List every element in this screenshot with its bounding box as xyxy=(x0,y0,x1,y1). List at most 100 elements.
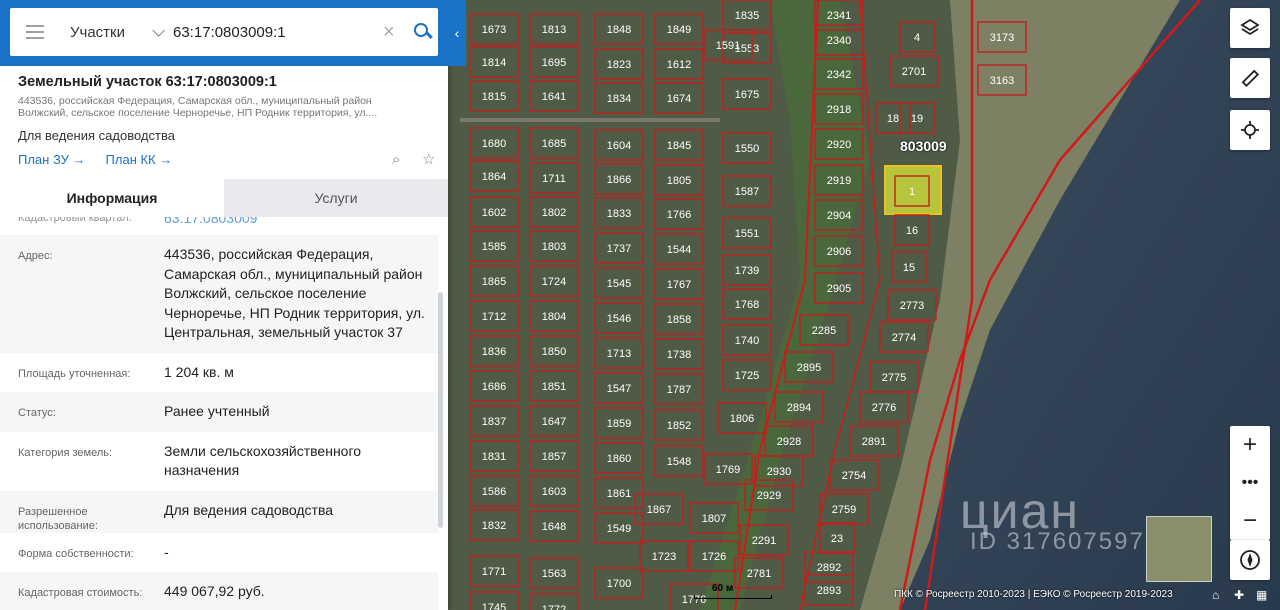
more-button[interactable]: ••• xyxy=(1230,464,1270,502)
parcel-number[interactable]: 1815 xyxy=(482,91,506,103)
parcel-number[interactable]: 1737 xyxy=(607,243,631,255)
parcel-number[interactable]: 19 xyxy=(911,113,923,125)
parcel-number[interactable]: 1835 xyxy=(735,10,759,22)
parcel-number[interactable]: 1857 xyxy=(542,451,566,463)
parcel-number[interactable]: 2341 xyxy=(827,10,851,22)
parcel-number[interactable]: 4 xyxy=(914,32,920,44)
parcel-number[interactable]: 1711 xyxy=(542,173,566,185)
parcel-number[interactable]: 2906 xyxy=(827,246,851,258)
parcel-number[interactable]: 1814 xyxy=(482,57,506,69)
parcel-number[interactable]: 1832 xyxy=(482,520,506,532)
parcel-number[interactable]: 1865 xyxy=(482,276,506,288)
parcel-number[interactable]: 1805 xyxy=(667,175,691,187)
parcel-number[interactable]: 15 xyxy=(903,262,915,274)
layer-select[interactable]: Участки xyxy=(70,24,130,41)
parcel-number[interactable]: 1867 xyxy=(647,504,671,516)
layers-button[interactable] xyxy=(1230,8,1270,48)
parcel-number[interactable]: 1602 xyxy=(482,207,506,219)
parcel-number[interactable]: 1549 xyxy=(607,523,631,535)
parcel-number[interactable]: 1603 xyxy=(542,486,566,498)
parcel-number[interactable]: 1725 xyxy=(735,370,759,382)
parcel-number[interactable]: 1807 xyxy=(702,513,726,525)
tab-services[interactable]: Услуги xyxy=(224,179,448,217)
parcel-number[interactable]: 1806 xyxy=(730,413,754,425)
parcel-number[interactable]: 1586 xyxy=(482,486,506,498)
parcel-number[interactable]: 2291 xyxy=(752,535,776,547)
parcel-number[interactable]: 1647 xyxy=(542,416,566,428)
parcel-number[interactable]: 1686 xyxy=(482,381,506,393)
ruler-button[interactable] xyxy=(1230,58,1270,98)
parcel-number[interactable]: 1834 xyxy=(607,93,631,105)
parcel-number[interactable]: 1849 xyxy=(667,24,691,36)
parcel-number[interactable]: 2891 xyxy=(862,436,886,448)
parcel-number[interactable]: 1766 xyxy=(667,209,691,221)
parcel-number[interactable]: 1544 xyxy=(667,244,691,256)
parcel-number[interactable]: 1726 xyxy=(702,551,726,563)
parcel-number[interactable]: 1771 xyxy=(482,566,506,578)
parcel-number[interactable]: 1713 xyxy=(607,348,631,360)
collapse-panel-button[interactable]: ‹ xyxy=(448,0,466,66)
info-scrollbar[interactable] xyxy=(438,292,443,528)
search-input[interactable] xyxy=(171,22,375,42)
parcel-number[interactable]: 1546 xyxy=(607,313,631,325)
parcel-number[interactable]: 2773 xyxy=(900,300,924,312)
parcel-number[interactable]: 2775 xyxy=(882,372,906,384)
tab-info[interactable]: Информация xyxy=(0,179,224,217)
parcel-number[interactable]: 1648 xyxy=(542,521,566,533)
parcel-number[interactable]: 1833 xyxy=(607,208,631,220)
parcel-number[interactable]: 1 xyxy=(909,186,915,198)
parcel-number[interactable]: 2892 xyxy=(817,562,841,574)
parcel-number[interactable]: 1675 xyxy=(735,89,759,101)
parcel-number[interactable]: 1852 xyxy=(667,420,691,432)
parcel-number[interactable]: 1837 xyxy=(482,416,506,428)
parcel-number[interactable]: 23 xyxy=(831,533,843,545)
parcel-number[interactable]: 1680 xyxy=(482,138,506,150)
parcel-number[interactable]: 1850 xyxy=(542,346,566,358)
parcel-number[interactable]: 2918 xyxy=(827,104,851,116)
star-icon[interactable]: ☆ xyxy=(422,152,438,168)
parcel-number[interactable]: 1803 xyxy=(542,241,566,253)
parcel-number[interactable]: 2340 xyxy=(827,35,851,47)
parcel-number[interactable]: 1823 xyxy=(607,59,631,71)
parcel-number[interactable]: 2928 xyxy=(777,436,801,448)
parcel-number[interactable]: 2759 xyxy=(832,504,856,516)
parcel-number[interactable]: 1859 xyxy=(607,418,631,430)
parcel-number[interactable]: 1864 xyxy=(482,171,506,183)
parcel-number[interactable]: 2929 xyxy=(757,490,781,502)
parcel-number[interactable]: 1674 xyxy=(667,93,691,105)
parcel-number[interactable]: 2342 xyxy=(827,69,851,81)
parcel-number[interactable]: 1563 xyxy=(542,568,566,580)
parcel-number[interactable]: 2893 xyxy=(817,585,841,597)
search-icon[interactable] xyxy=(413,22,433,42)
menu-icon[interactable] xyxy=(26,25,44,39)
parcel-number[interactable]: 3163 xyxy=(990,75,1014,87)
parcel-number[interactable]: 1740 xyxy=(735,335,759,347)
parcel-number[interactable]: 2285 xyxy=(812,325,836,337)
parcel-number[interactable]: 1723 xyxy=(652,551,676,563)
plan-zu-link[interactable]: План ЗУ → xyxy=(18,152,86,167)
parcel-number[interactable]: 1585 xyxy=(482,241,506,253)
parcel-number[interactable]: 1738 xyxy=(667,349,691,361)
parcel-number[interactable]: 2701 xyxy=(902,66,926,78)
parcel-number[interactable]: 1866 xyxy=(607,174,631,186)
parcel-number[interactable]: 2774 xyxy=(892,332,916,344)
parcel-number[interactable]: 2919 xyxy=(827,175,851,187)
parcel-number[interactable]: 1587 xyxy=(735,186,759,198)
parcel-number[interactable]: 2781 xyxy=(747,568,771,580)
parcel-number[interactable]: 2904 xyxy=(827,210,851,222)
parcel-number[interactable]: 1673 xyxy=(482,24,506,36)
zoom-to-icon[interactable]: ⌕ xyxy=(392,152,408,168)
parcel-number[interactable]: 1848 xyxy=(607,24,631,36)
parcel-number[interactable]: 1739 xyxy=(735,265,759,277)
parcel-number[interactable]: 1712 xyxy=(482,311,506,323)
parcel-number[interactable]: 1551 xyxy=(735,228,759,240)
parcel-number[interactable]: 1604 xyxy=(607,140,631,152)
parcel-number[interactable]: 1550 xyxy=(735,143,759,155)
parcel-number[interactable]: 1768 xyxy=(735,299,759,311)
info-value[interactable]: 63:17:0803009 xyxy=(164,217,426,235)
parcel-number[interactable]: 1685 xyxy=(542,138,566,150)
home-icon[interactable]: ⌂ xyxy=(1212,588,1219,602)
parcel-number[interactable]: 1695 xyxy=(542,57,566,69)
parcel-number[interactable]: 1804 xyxy=(542,311,566,323)
parcel-number[interactable]: 1836 xyxy=(482,346,506,358)
